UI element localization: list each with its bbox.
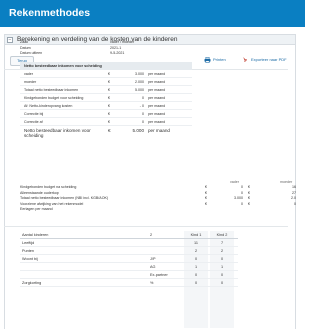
- income-label: Kindgebonden budget voor scheiding: [24, 96, 84, 100]
- children-table: Aantal kinderen 2 Kind 1 Kind 2 Leeftijd…: [20, 231, 238, 328]
- case-meta: Zaak vader / moeder Datum 2021-1 Datum u…: [20, 40, 180, 57]
- kind-1-value[interactable]: 0: [184, 255, 208, 263]
- export-pdf-link[interactable]: Exporteer naar PDF: [242, 57, 287, 63]
- meta-label: Datum uitleen: [20, 51, 43, 55]
- printer-icon: [204, 57, 211, 63]
- kind-2-value[interactable]: 0: [210, 255, 234, 263]
- children-row: Woont bij J/P 0 0: [20, 255, 238, 263]
- children-row: Ex-partner 0 0: [20, 271, 238, 279]
- column-kind-2: Kind 2: [216, 233, 228, 237]
- summary-label: Eerlagen per maand: [20, 207, 53, 211]
- children-row-unit: Ex-partner: [150, 273, 168, 277]
- currency-symbol: €: [108, 112, 110, 116]
- kind-2-value[interactable]: 0: [210, 279, 234, 287]
- kind-2-value[interactable]: 0: [210, 271, 234, 279]
- currency-symbol: €: [108, 88, 110, 92]
- column-kind-1: Kind 1: [190, 233, 202, 237]
- children-row-unit: AG: [150, 265, 156, 269]
- income-row: Totaal netto besteedbaar inkomen € 5.000…: [20, 86, 192, 94]
- income-label: moeder: [24, 80, 37, 84]
- collapse-icon[interactable]: −: [7, 37, 13, 43]
- income-amount: - 0: [139, 104, 144, 108]
- income-row: Af: Netto-kinderopvang kosten € - 0 per …: [20, 102, 192, 110]
- children-row: Zorgkorting % 0 0: [20, 279, 238, 287]
- income-amount: 2.000: [135, 80, 144, 84]
- export-label: Exporteer naar PDF: [251, 57, 287, 63]
- income-total-amount: 5.000: [132, 128, 145, 133]
- income-period: per maand: [148, 88, 166, 92]
- income-row: Correctie af € 0 per maand: [20, 118, 192, 126]
- kind-2-value[interactable]: 2: [210, 247, 234, 255]
- kind-2-value[interactable]: 7: [210, 239, 234, 247]
- income-amount: 0: [142, 96, 144, 100]
- children-count-value: 2: [150, 233, 153, 237]
- income-label: Correctie af: [24, 120, 43, 124]
- kind-1-value[interactable]: 11: [184, 239, 208, 247]
- children-row: Punten 2 2: [20, 247, 238, 255]
- income-table-header: Netto besteedbaar inkomen voor scheiding: [20, 62, 192, 70]
- children-header-row: Aantal kinderen 2 Kind 1 Kind 2: [20, 231, 238, 239]
- page-title: Rekenmethodes: [9, 7, 91, 19]
- income-label: Af: Netto-kinderopvang kosten: [24, 104, 73, 108]
- income-total-row: Netto besteedbaar inkomen voor scheiding…: [20, 126, 192, 140]
- meta-row: Datum uitleen 9-5-2021: [20, 51, 180, 57]
- income-row: Correctie bij € 0 per maand: [20, 110, 192, 118]
- income-period: per maand: [148, 104, 166, 108]
- summary-row: Eerlagen per maand: [20, 207, 305, 213]
- income-row: Kindgebonden budget voor scheiding € 0 p…: [20, 94, 192, 102]
- app-header: Rekenmethodes: [0, 0, 305, 27]
- kind-1-value[interactable]: 2: [184, 247, 208, 255]
- income-period: per maand: [148, 96, 166, 100]
- income-amount: 0: [142, 120, 144, 124]
- income-total-label: Netto besteedbaar inkomen voor scheiding: [24, 128, 91, 138]
- income-amount: 3.000: [135, 72, 144, 76]
- currency-symbol: €: [108, 128, 111, 133]
- children-row-label: Woont bij: [22, 257, 38, 261]
- children-row-label: Zorgkorting: [22, 281, 42, 285]
- income-table: Netto besteedbaar inkomen voor scheiding…: [20, 62, 192, 140]
- children-row-unit: J/P: [150, 257, 156, 261]
- kind-1-value[interactable]: 0: [184, 271, 208, 279]
- income-period: per maand: [148, 112, 166, 116]
- income-period: per maand: [148, 72, 166, 76]
- children-row: Leeftijd 11 7: [20, 239, 238, 247]
- children-row-unit: %: [150, 281, 154, 285]
- currency-symbol: €: [108, 80, 110, 84]
- income-label: Correctie bij: [24, 112, 44, 116]
- income-row: moeder € 2.000 per maand: [20, 78, 192, 86]
- kind-1-value[interactable]: 0: [184, 279, 208, 287]
- income-amount: 0: [142, 112, 144, 116]
- divider: [4, 226, 288, 227]
- income-row: vader € 3.000 per maand: [20, 70, 192, 78]
- print-link[interactable]: Printen: [204, 57, 226, 63]
- income-amount: 5.000: [135, 88, 144, 92]
- currency-symbol: €: [108, 72, 110, 76]
- income-label: vader: [24, 72, 33, 76]
- kind-2-value[interactable]: 1: [210, 263, 234, 271]
- children-row: AG 1 1: [20, 263, 238, 271]
- children-row-label: Leeftijd: [22, 241, 35, 245]
- print-label: Printen: [213, 57, 226, 63]
- currency-symbol: €: [108, 104, 110, 108]
- summary-table: vader moeder Kindgebonden budget na sche…: [20, 180, 305, 213]
- income-period: per maand: [148, 80, 166, 84]
- income-label: Totaal netto besteedbaar inkomen: [24, 88, 79, 92]
- children-count-label: Aantal kinderen: [22, 233, 49, 237]
- currency-symbol: €: [108, 120, 110, 124]
- kind-1-value[interactable]: 1: [184, 263, 208, 271]
- meta-value: 9-5-2021: [110, 51, 125, 55]
- income-period: per maand: [148, 120, 166, 124]
- currency-symbol: €: [108, 96, 110, 100]
- income-total-period: per maand: [148, 128, 170, 133]
- children-row-label: Punten: [22, 249, 35, 253]
- pdf-icon: [243, 57, 247, 62]
